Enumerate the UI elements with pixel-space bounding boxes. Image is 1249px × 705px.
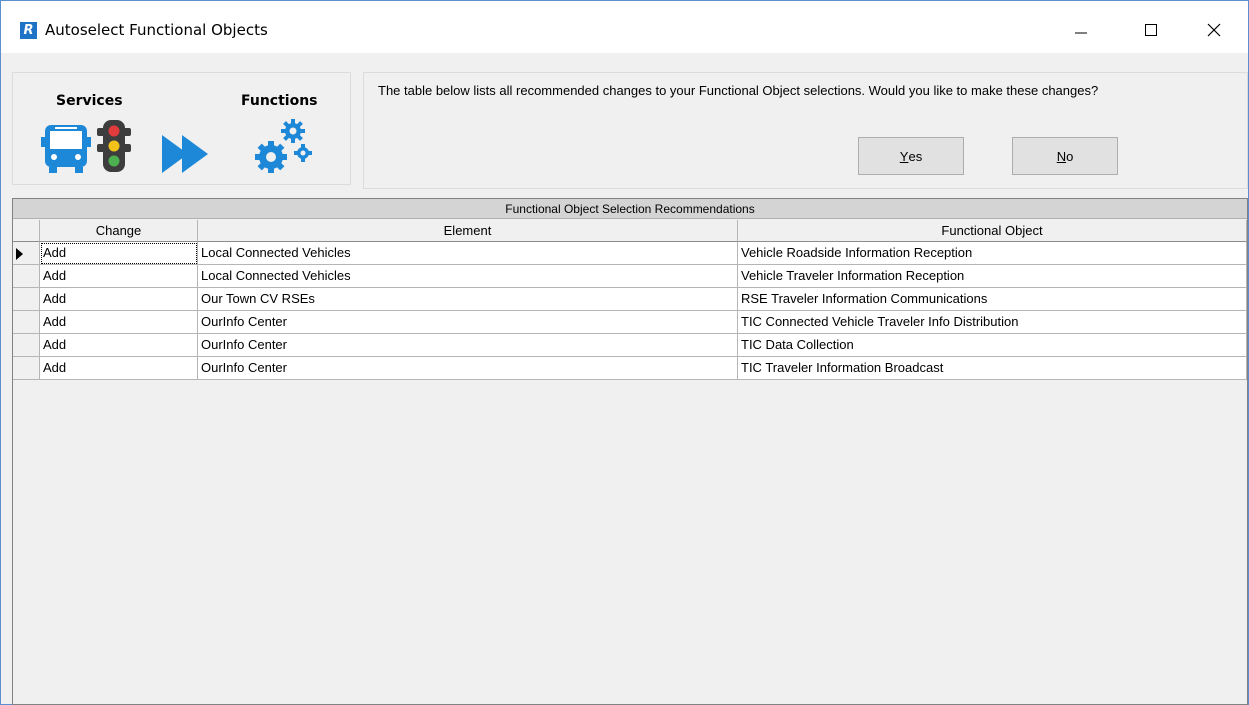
column-header-change[interactable]: Change xyxy=(40,220,198,242)
cell-change[interactable]: Add xyxy=(40,265,198,288)
current-row-arrow-icon xyxy=(16,248,23,260)
row-selector[interactable] xyxy=(13,311,40,334)
traffic-light-icon xyxy=(97,120,131,172)
cell-change[interactable]: Add xyxy=(40,311,198,334)
cell-element[interactable]: Local Connected Vehicles xyxy=(198,265,738,288)
services-functions-graphic: Services Functions xyxy=(12,72,351,185)
table-row[interactable]: Add Our Town CV RSEs RSE Traveler Inform… xyxy=(13,288,1247,311)
gears-icon xyxy=(255,119,312,173)
prompt-panel: The table below lists all recommended ch… xyxy=(363,72,1248,189)
no-button[interactable]: No xyxy=(1012,137,1118,175)
window-title: Autoselect Functional Objects xyxy=(45,21,268,39)
column-header-element[interactable]: Element xyxy=(198,220,738,242)
close-icon xyxy=(1207,23,1221,37)
row-selector[interactable] xyxy=(13,357,40,380)
row-selector-header xyxy=(13,220,40,242)
cell-element[interactable]: Local Connected Vehicles xyxy=(198,242,738,265)
recommendations-grid[interactable]: Functional Object Selection Recommendati… xyxy=(12,198,1248,705)
cell-element[interactable]: OurInfo Center xyxy=(198,311,738,334)
bus-icon xyxy=(41,125,91,173)
table-row[interactable]: Add Local Connected Vehicles Vehicle Roa… xyxy=(13,242,1247,265)
grid-caption: Functional Object Selection Recommendati… xyxy=(13,199,1247,219)
cell-change[interactable]: Add xyxy=(40,242,198,265)
cell-functional-object[interactable]: RSE Traveler Information Communications xyxy=(738,288,1247,311)
row-selector[interactable] xyxy=(13,288,40,311)
prompt-message: The table below lists all recommended ch… xyxy=(378,83,1099,98)
cell-change[interactable]: Add xyxy=(40,288,198,311)
functions-label: Functions xyxy=(241,93,318,109)
cell-functional-object[interactable]: TIC Connected Vehicle Traveler Info Dist… xyxy=(738,311,1247,334)
yes-button[interactable]: Yes xyxy=(858,137,964,175)
double-arrow-icon xyxy=(162,135,208,173)
row-selector[interactable] xyxy=(13,265,40,288)
cell-functional-object[interactable]: TIC Traveler Information Broadcast xyxy=(738,357,1247,380)
app-logo-icon: R xyxy=(20,22,37,39)
table-row[interactable]: Add OurInfo Center TIC Connected Vehicle… xyxy=(13,311,1247,334)
cell-change[interactable]: Add xyxy=(40,357,198,380)
maximize-icon xyxy=(1145,24,1157,36)
title-bar[interactable]: R Autoselect Functional Objects xyxy=(1,1,1248,53)
cell-element[interactable]: OurInfo Center xyxy=(198,357,738,380)
no-mnemonic: N xyxy=(1056,148,1067,164)
table-row[interactable]: Add Local Connected Vehicles Vehicle Tra… xyxy=(13,265,1247,288)
yes-label: es xyxy=(908,148,923,164)
cell-functional-object[interactable]: TIC Data Collection xyxy=(738,334,1247,357)
yes-mnemonic: Y xyxy=(899,148,909,164)
maximize-button[interactable] xyxy=(1128,13,1174,47)
row-selector[interactable] xyxy=(13,242,40,265)
dialog-window: R Autoselect Functional Objects Services… xyxy=(0,0,1249,705)
no-label: o xyxy=(1066,148,1074,164)
cell-functional-object[interactable]: Vehicle Roadside Information Reception xyxy=(738,242,1247,265)
minimize-icon xyxy=(1075,32,1087,34)
minimize-button[interactable] xyxy=(1058,13,1104,47)
cell-element[interactable]: Our Town CV RSEs xyxy=(198,288,738,311)
table-row[interactable]: Add OurInfo Center TIC Traveler Informat… xyxy=(13,357,1247,380)
cell-element[interactable]: OurInfo Center xyxy=(198,334,738,357)
cell-change[interactable]: Add xyxy=(40,334,198,357)
cell-functional-object[interactable]: Vehicle Traveler Information Reception xyxy=(738,265,1247,288)
column-header-functional-object[interactable]: Functional Object xyxy=(738,220,1247,242)
close-button[interactable] xyxy=(1191,13,1237,47)
table-row[interactable]: Add OurInfo Center TIC Data Collection xyxy=(13,334,1247,357)
services-label: Services xyxy=(56,93,123,109)
row-selector[interactable] xyxy=(13,334,40,357)
